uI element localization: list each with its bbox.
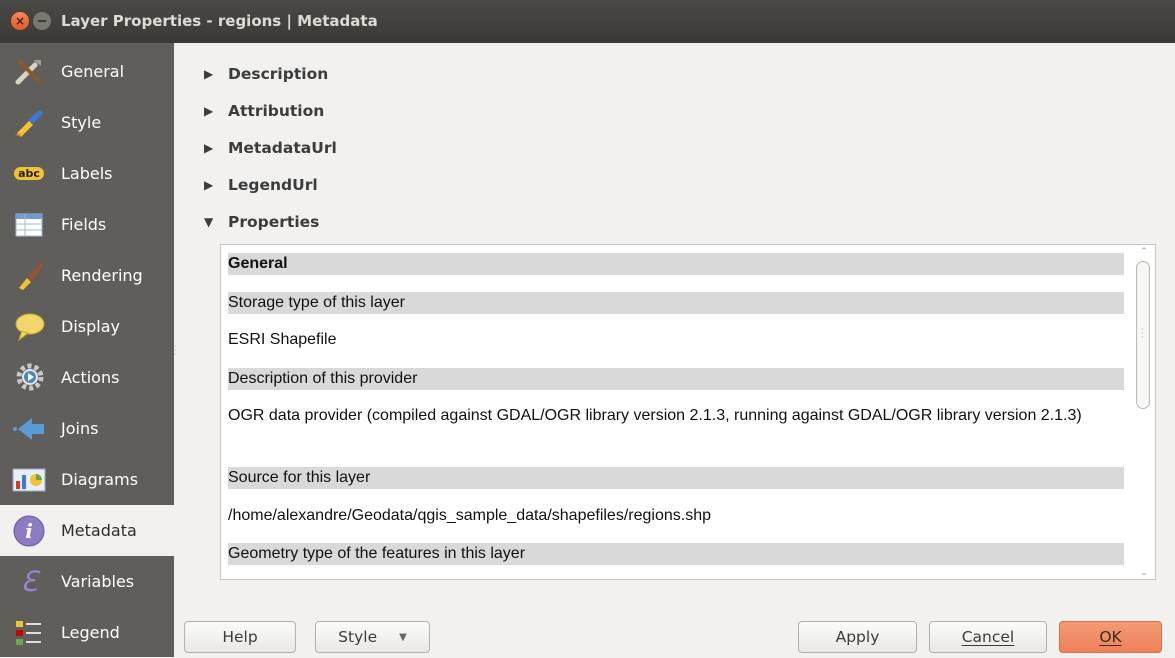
- section-label: Properties: [228, 213, 320, 231]
- scroll-up-arrow-icon[interactable]: ⌃: [1139, 247, 1149, 257]
- sidebar-item-diagrams[interactable]: Diagrams: [0, 454, 174, 505]
- ok-button[interactable]: OK: [1059, 621, 1162, 653]
- sidebar-item-fields[interactable]: Fields: [0, 199, 174, 250]
- sidebar-item-label: General: [61, 62, 125, 81]
- table-icon: [12, 208, 46, 242]
- legend-icon: [12, 616, 46, 650]
- sidebar-item-label: Fields: [61, 215, 107, 234]
- expand-arrow-icon: ▶: [204, 178, 214, 192]
- section-description[interactable]: ▶ Description: [204, 62, 328, 86]
- paintbrush-icon: [12, 106, 46, 140]
- sidebar-item-label: Display: [61, 317, 120, 336]
- sidebar: General Style abc Labels Fields Renderin…: [0, 43, 174, 657]
- abc-label-icon: abc: [12, 157, 46, 191]
- sidebar-item-legend[interactable]: Legend: [0, 607, 174, 658]
- section-attribution[interactable]: ▶ Attribution: [204, 99, 324, 123]
- sidebar-item-rendering[interactable]: Rendering: [0, 250, 174, 301]
- property-value-storage-type: ESRI Shapefile: [228, 331, 337, 348]
- sidebar-item-label: Metadata: [61, 521, 137, 540]
- sidebar-item-joins[interactable]: Joins: [0, 403, 174, 454]
- title-bar: × Layer Properties - regions | Metadata: [0, 0, 1175, 43]
- help-button[interactable]: Help: [184, 621, 296, 653]
- sidebar-item-label: Labels: [61, 164, 113, 183]
- tools-icon: [12, 55, 46, 89]
- sidebar-item-label: Variables: [61, 572, 135, 591]
- properties-scrollbar[interactable]: ⌃ · · · ⌄: [1135, 247, 1153, 578]
- collapse-arrow-icon: ▼: [204, 215, 214, 229]
- speech-bubble-icon: [12, 310, 46, 344]
- expand-arrow-icon: ▶: [204, 67, 214, 81]
- help-button-label: Help: [222, 628, 258, 646]
- sidebar-item-label: Joins: [61, 419, 99, 438]
- sidebar-item-display[interactable]: Display: [0, 301, 174, 352]
- cancel-button-label: Cancel: [961, 628, 1015, 646]
- sidebar-item-labels[interactable]: abc Labels: [0, 148, 174, 199]
- sidebar-item-variables[interactable]: ℇ Variables: [0, 556, 174, 607]
- expand-arrow-icon: ▶: [204, 104, 214, 118]
- property-heading-source: Source for this layer: [228, 467, 1124, 489]
- sidebar-item-actions[interactable]: Actions: [0, 352, 174, 403]
- gear-icon: [12, 361, 46, 395]
- window-title: Layer Properties - regions | Metadata: [61, 12, 378, 30]
- property-heading-storage-type: Storage type of this layer: [228, 292, 1124, 314]
- scrollbar-thumb[interactable]: · · ·: [1136, 261, 1150, 409]
- section-label: MetadataUrl: [228, 139, 337, 157]
- minimize-icon: [38, 20, 46, 22]
- property-heading-general: General: [228, 253, 1124, 275]
- close-icon: ×: [14, 14, 26, 28]
- sidebar-item-label: Style: [61, 113, 102, 132]
- property-heading-provider: Description of this provider: [228, 368, 1124, 390]
- apply-button[interactable]: Apply: [798, 621, 917, 653]
- sidebar-item-metadata[interactable]: i Metadata: [0, 505, 174, 556]
- property-heading-geometry-type: Geometry type of the features in this la…: [228, 543, 1124, 565]
- style-button-label: Style: [338, 628, 378, 646]
- layer-properties-dialog: × Layer Properties - regions | Metadata …: [0, 0, 1175, 657]
- info-icon: i: [12, 514, 46, 548]
- cancel-button[interactable]: Cancel: [929, 621, 1047, 653]
- property-value-source: /home/alexandre/Geodata/qgis_sample_data…: [228, 507, 711, 524]
- section-label: Attribution: [228, 102, 325, 120]
- properties-panel[interactable]: General Storage type of this layer ESRI …: [220, 244, 1156, 580]
- property-value-provider: OGR data provider (compiled against GDAL…: [228, 407, 1082, 424]
- section-label: Description: [228, 65, 329, 83]
- section-properties[interactable]: ▼ Properties: [204, 210, 319, 234]
- sidebar-item-general[interactable]: General: [0, 46, 174, 97]
- sidebar-item-label: Diagrams: [61, 470, 139, 489]
- close-window-button[interactable]: ×: [11, 12, 29, 30]
- ok-button-label: OK: [1099, 628, 1122, 646]
- sidebar-item-label: Rendering: [61, 266, 143, 285]
- section-legend-url[interactable]: ▶ LegendUrl: [204, 173, 318, 197]
- expand-arrow-icon: ▶: [204, 141, 214, 155]
- apply-button-label: Apply: [835, 628, 880, 646]
- chevron-down-icon: ▼: [399, 631, 407, 643]
- svg-text:i: i: [25, 519, 33, 543]
- sidebar-item-style[interactable]: Style: [0, 97, 174, 148]
- sidebar-item-label: Legend: [61, 623, 120, 642]
- style-dropdown-button[interactable]: Style ▼: [315, 621, 430, 653]
- splitter-handle[interactable]: · · ·: [174, 343, 180, 365]
- section-label: LegendUrl: [228, 176, 318, 194]
- section-metadata-url[interactable]: ▶ MetadataUrl: [204, 136, 337, 160]
- sidebar-item-label: Actions: [61, 368, 120, 387]
- minimize-window-button[interactable]: [33, 12, 51, 30]
- scroll-down-arrow-icon[interactable]: ⌄: [1139, 568, 1149, 578]
- epsilon-icon: ℇ: [20, 565, 38, 598]
- arrow-left-icon: [12, 412, 46, 446]
- diagram-icon: [12, 463, 46, 497]
- brush-icon: [12, 259, 46, 293]
- grip-icon: · · ·: [1141, 325, 1144, 342]
